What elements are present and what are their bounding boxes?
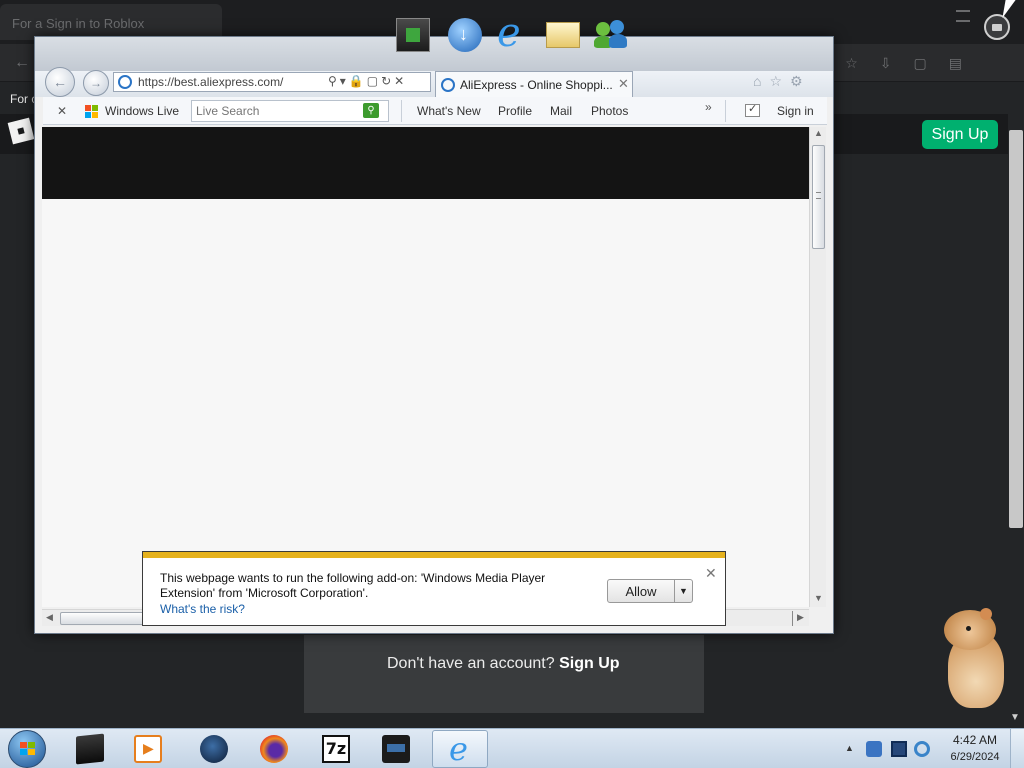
- taskbar-browser-globe[interactable]: [186, 730, 242, 768]
- back-arrow-icon[interactable]: ←: [14, 54, 30, 72]
- tab-title: AliExpress - Online Shoppi...: [460, 78, 613, 92]
- tab-close-icon[interactable]: ✕: [618, 76, 629, 92]
- vertical-scrollbar[interactable]: ▲ ▼: [809, 127, 826, 607]
- firefox-icon: [260, 735, 288, 763]
- signup-panel: [304, 635, 704, 713]
- horizontal-scrollbar-thumb[interactable]: [60, 612, 144, 625]
- toolbar-link-profile[interactable]: Profile: [498, 104, 532, 118]
- background-scrollbar-thumb[interactable]: [1009, 130, 1023, 528]
- toolbar-divider: [401, 100, 402, 122]
- toolbar-link-photos[interactable]: Photos: [591, 104, 628, 118]
- hamster-ear: [980, 608, 992, 620]
- ie-tray-icon[interactable]: [914, 741, 930, 757]
- internet-explorer-icon: e: [449, 730, 468, 768]
- ie-tab-icon: [441, 78, 455, 92]
- addon-notification-bar: This webpage wants to run the following …: [142, 551, 726, 626]
- home-favorites-tools-icons[interactable]: ⌂☆⚙: [753, 73, 811, 90]
- whats-the-risk-link[interactable]: What's the risk?: [160, 602, 245, 616]
- clock-date[interactable]: 6/29/2024: [944, 751, 1006, 763]
- search-icon[interactable]: ⚲: [363, 103, 379, 118]
- dark-app-icon: [382, 735, 410, 763]
- notification-stripe: [143, 552, 725, 558]
- scroll-down-arrow-icon[interactable]: ▼: [814, 593, 823, 603]
- windows-logo-icon: [85, 105, 99, 119]
- network-icon[interactable]: [891, 741, 907, 757]
- no-account-prompt: Don't have an account? Sign Up: [387, 655, 620, 673]
- hamster-eye: [966, 626, 971, 631]
- download-globe-icon[interactable]: [448, 18, 482, 52]
- toolbar-more-chevron-icon[interactable]: »: [705, 100, 712, 114]
- signup-link[interactable]: Sign Up: [559, 655, 619, 672]
- start-button[interactable]: [8, 730, 46, 768]
- tab-aliexpress[interactable]: AliExpress - Online Shoppi... ✕: [435, 71, 633, 97]
- floating-icon-dock: e: [396, 10, 632, 58]
- taskbar-firefox[interactable]: [246, 730, 302, 768]
- toolbar-close-icon[interactable]: ✕: [57, 104, 67, 118]
- menu-icon[interactable]: [956, 10, 970, 22]
- media-player-icon: [134, 735, 162, 763]
- globe-browser-icon: [200, 735, 228, 763]
- page-dark-header: [42, 127, 809, 199]
- page-content: [42, 127, 809, 607]
- browser-toolbar-icons[interactable]: ☆⇩▢▤: [845, 55, 984, 72]
- close-notification-icon[interactable]: ✕: [705, 565, 717, 582]
- toolbar-link-mail[interactable]: Mail: [550, 104, 572, 118]
- background-tab-title: For a Sign in to Roblox: [12, 16, 145, 31]
- hamster-sticker: [940, 608, 1006, 710]
- checkbox-icon[interactable]: [745, 102, 760, 117]
- sign-in-link[interactable]: Sign in: [777, 104, 814, 118]
- messenger-icon[interactable]: [594, 18, 628, 52]
- taskbar-app-dark-window[interactable]: [62, 730, 118, 768]
- taskbar-media-player[interactable]: [120, 730, 176, 768]
- windows-logo-icon: [20, 742, 36, 756]
- toolbar-link-whats-new[interactable]: What's New: [417, 104, 481, 118]
- scrollbar-grip-icon: [816, 192, 821, 199]
- show-desktop-button[interactable]: [1010, 729, 1024, 768]
- address-bar[interactable]: https://best.aliexpress.com/ ⚲▾🔒▢↻✕: [113, 72, 431, 92]
- windows-live-toolbar: ✕ Windows Live ⚲ What's New Profile Mail…: [43, 97, 827, 125]
- tray-expand-arrow-icon[interactable]: ▲: [845, 743, 854, 753]
- taskbar-internet-explorer[interactable]: e: [432, 730, 488, 768]
- clock-time[interactable]: 4:42 AM: [944, 733, 1006, 747]
- ie-page-icon: [118, 75, 132, 89]
- addon-message: This webpage wants to run the following …: [160, 571, 546, 600]
- scroll-up-arrow-icon[interactable]: ▲: [814, 128, 823, 138]
- taskbar: 7z e ▲ 4:42 AM 6/29/2024: [0, 728, 1024, 768]
- live-search-input[interactable]: [191, 100, 389, 122]
- scroll-left-arrow-icon[interactable]: ◀: [46, 612, 53, 623]
- media-center-icon[interactable]: [396, 18, 430, 52]
- scroll-right-arrow-icon[interactable]: ▶: [797, 612, 804, 623]
- taskbar-dark-app[interactable]: [368, 730, 424, 768]
- internet-explorer-window: ← → https://best.aliexpress.com/ ⚲▾🔒▢↻✕ …: [34, 36, 834, 634]
- background-tab[interactable]: For a Sign in to Roblox: [0, 4, 222, 40]
- scroll-down-arrow-icon[interactable]: ▼: [1010, 712, 1020, 723]
- toolbar-divider: [725, 100, 726, 122]
- back-button[interactable]: ←: [45, 67, 75, 97]
- forward-button[interactable]: →: [83, 70, 109, 96]
- vertical-scrollbar-thumb[interactable]: [812, 145, 825, 249]
- address-bar-tools-icon[interactable]: ⚲▾🔒▢↻✕: [328, 74, 407, 88]
- allow-button[interactable]: Allow: [607, 579, 675, 603]
- dark-window-icon: [76, 733, 104, 765]
- seven-zip-icon: 7z: [322, 735, 350, 763]
- address-url[interactable]: https://best.aliexpress.com/: [138, 75, 283, 89]
- scrollbar-divider: [792, 611, 793, 626]
- taskbar-7zip[interactable]: 7z: [308, 730, 364, 768]
- no-account-text: Don't have an account?: [387, 655, 555, 672]
- tray-app-icon[interactable]: [866, 741, 882, 757]
- signup-button[interactable]: Sign Up: [922, 120, 998, 149]
- allow-dropdown-chevron-icon[interactable]: ▼: [674, 579, 693, 603]
- windows-live-label[interactable]: Windows Live: [105, 104, 179, 118]
- mail-icon[interactable]: [546, 22, 580, 48]
- internet-explorer-icon[interactable]: e: [494, 10, 528, 56]
